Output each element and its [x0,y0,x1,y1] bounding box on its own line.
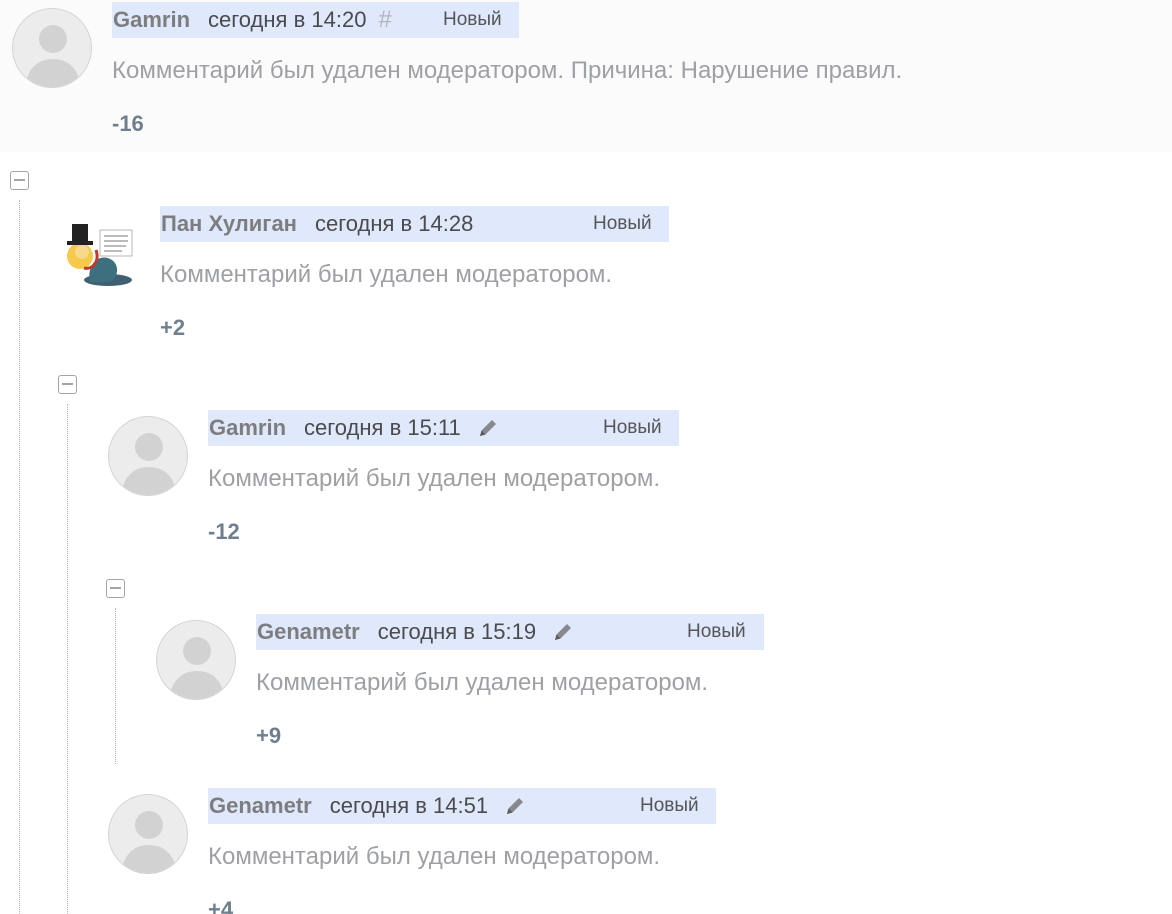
user-avatar[interactable] [12,8,92,88]
user-avatar[interactable] [108,794,188,874]
comment-time[interactable]: сегодня в 14:20 [208,7,366,33]
user-avatar[interactable] [108,416,188,496]
new-badge: Новый [593,213,652,234]
comment-header: Gamrin сегодня в 14:20 # Новый [112,2,519,38]
deleted-comment-text: Комментарий был удален модератором. [208,843,661,870]
deleted-comment-text: Комментарий был удален модератором. [160,261,613,288]
deleted-comment-text: Комментарий был удален модератором. [256,669,709,696]
author-name[interactable]: Genametr [209,793,312,819]
pencil-icon [504,795,526,817]
deleted-comment-text: Комментарий был удален модератором. Прич… [112,57,903,84]
user-avatar[interactable] [156,620,236,700]
comment-rating[interactable]: -16 [112,111,144,137]
comment-time[interactable]: сегодня в 14:51 [330,793,488,819]
comment-time[interactable]: сегодня в 14:28 [315,211,473,237]
comment-rating[interactable]: -12 [208,519,240,545]
thread-line [115,608,116,764]
comment-time[interactable]: сегодня в 15:11 [304,415,461,441]
author-name[interactable]: Пан Хулиган [161,211,297,237]
comment-header: Пан Хулиган сегодня в 14:28 Новый [160,206,669,242]
comment-rating[interactable]: +4 [208,897,233,914]
thread-line [67,404,68,914]
comment-header: Gamrin сегодня в 15:11 Новый [208,410,679,446]
pencil-icon [477,417,499,439]
comment-header: Genametr сегодня в 15:19 Новый [256,614,764,650]
new-badge: Новый [640,795,699,816]
new-badge: Новый [443,9,502,30]
collapse-thread-toggle[interactable] [10,171,29,190]
thread-line [19,200,20,914]
cartoon-hooligan-avatar[interactable] [60,212,140,292]
deleted-comment-text: Комментарий был удален модератором. [208,465,661,492]
author-name[interactable]: Gamrin [209,415,286,441]
collapse-thread-toggle[interactable] [106,579,125,598]
comment-time[interactable]: сегодня в 15:19 [378,619,536,645]
collapse-thread-toggle[interactable] [58,375,77,394]
pencil-icon [552,621,574,643]
comment-rating[interactable]: +9 [256,723,281,749]
author-name[interactable]: Genametr [257,619,360,645]
comment-header: Genametr сегодня в 14:51 Новый [208,788,716,824]
new-badge: Новый [603,417,662,438]
comment-link-hash[interactable]: # [378,6,391,34]
comment-rating[interactable]: +2 [160,315,185,341]
new-badge: Новый [687,621,746,642]
author-name[interactable]: Gamrin [113,7,190,33]
